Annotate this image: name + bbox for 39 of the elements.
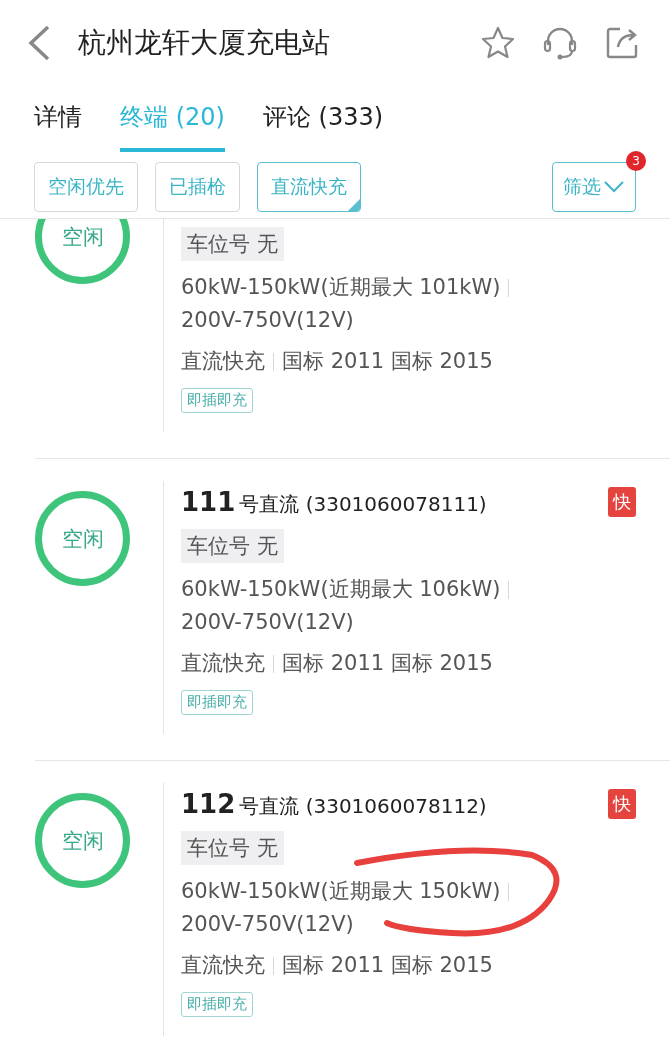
- power-range: 60kW-150kW(近期最大 101kW): [181, 271, 518, 304]
- tab[interactable]: 评论 (333): [262, 86, 384, 152]
- standards-text: 国标 2011 国标 2015: [282, 348, 493, 375]
- terminal-name: 112 号直流 (3301060078112): [181, 788, 488, 820]
- headset-icon[interactable]: [542, 25, 578, 61]
- voltage-range: 200V-750V(12V): [181, 609, 355, 636]
- back-icon[interactable]: [26, 24, 52, 62]
- selected-corner-icon: [348, 199, 360, 211]
- voltage-range: 200V-750V(12V): [181, 911, 355, 938]
- voltage-range: 200V-750V(12V): [181, 307, 355, 334]
- chevron-down-icon: [603, 180, 625, 194]
- plug-charge-tag: 即插即充: [181, 992, 253, 1017]
- filter-chip[interactable]: 已插枪: [155, 162, 240, 212]
- filter-chip[interactable]: 直流快充: [257, 162, 361, 212]
- terminal-name: 111 号直流 (3301060078111): [181, 486, 488, 518]
- charge-type: 直流快充: [181, 952, 265, 979]
- parking-label: 车位号 无: [181, 227, 284, 261]
- star-icon[interactable]: [480, 25, 516, 61]
- tab[interactable]: 详情: [34, 86, 82, 152]
- fast-badge: 快: [608, 789, 636, 819]
- power-range: 60kW-150kW(近期最大 106kW): [181, 573, 518, 606]
- status-ring: 空闲: [35, 491, 130, 586]
- parking-label: 车位号 无: [181, 529, 284, 563]
- fast-badge: 快: [608, 487, 636, 517]
- charge-type: 直流快充: [181, 348, 265, 375]
- charge-type: 直流快充: [181, 650, 265, 677]
- status-ring: 空闲: [35, 793, 130, 888]
- power-range: 60kW-150kW(近期最大 150kW): [181, 875, 518, 908]
- tab[interactable]: 终端 (20): [120, 86, 225, 152]
- standards-text: 国标 2011 国标 2015: [282, 650, 493, 677]
- plug-charge-tag: 即插即充: [181, 388, 253, 413]
- plug-charge-tag: 即插即充: [181, 690, 253, 715]
- parking-label: 车位号 无: [181, 831, 284, 865]
- station-title: 杭州龙轩大厦充电站: [78, 25, 331, 61]
- count-badge: 3: [626, 151, 646, 171]
- standards-text: 国标 2011 国标 2015: [282, 952, 493, 979]
- status-ring: 空闲: [35, 219, 130, 284]
- filter-chip[interactable]: 空闲优先: [34, 162, 138, 212]
- share-icon[interactable]: [604, 25, 640, 61]
